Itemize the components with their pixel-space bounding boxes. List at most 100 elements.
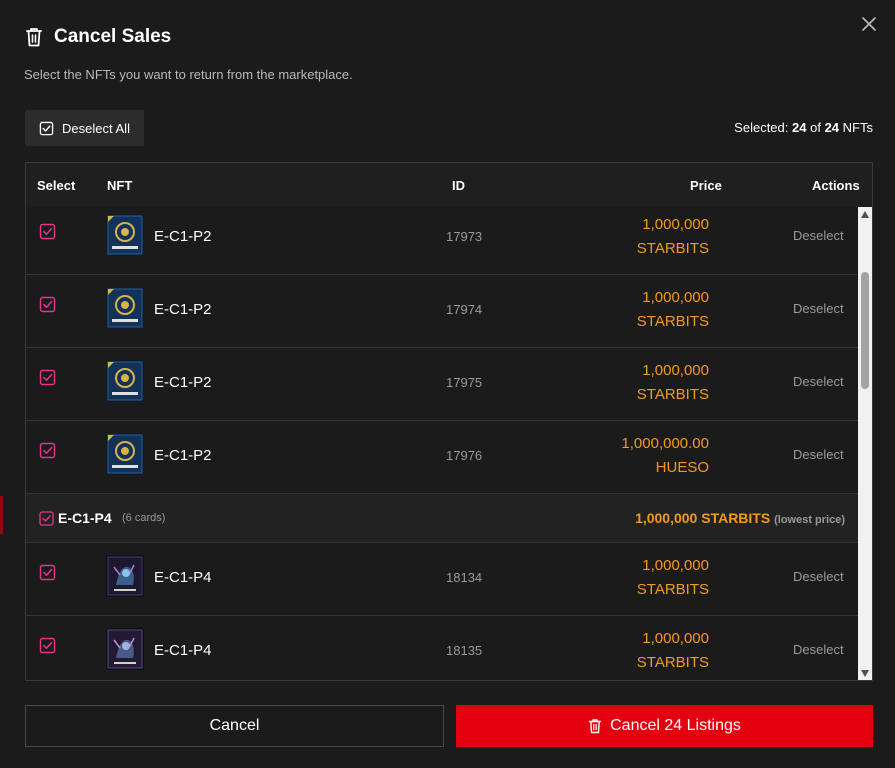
cancel-listings-button[interactable]: Cancel 24 Listings [456,705,873,747]
header-price: Price [690,178,722,193]
table-scrollbar[interactable] [858,207,872,680]
side-accent [0,496,3,534]
of-label: of [810,120,821,135]
table-row: E-C1-P4 18135 1,000,000 STARBITS Deselec… [26,616,858,680]
nft-price: 1,000,000.00 HUESO [621,432,709,480]
deselect-link[interactable]: Deselect [793,374,844,389]
header-select: Select [37,178,76,193]
nft-name: E-C1-P4 [154,642,212,659]
deselect-link[interactable]: Deselect [793,569,844,584]
checkbox-checked-icon [39,564,56,581]
nft-id: 17975 [446,375,483,390]
cancel-listings-label: Cancel 24 Listings [610,717,741,734]
close-icon [862,17,876,31]
checkbox-checked-icon [39,442,56,459]
nft-thumbnail [106,360,144,402]
group-checkbox[interactable] [39,511,54,526]
modal-header: Cancel Sales [24,24,171,50]
nft-name: E-C1-P2 [154,374,212,391]
price-currency: STARBITS [636,240,709,257]
nft-thumbnail [106,433,144,475]
group-price-note: (lowest price) [774,514,845,526]
cancel-sales-modal: Cancel Sales Select the NFTs you want to… [0,0,895,768]
selected-prefix: Selected: [734,120,789,135]
nft-name: E-C1-P4 [154,569,212,586]
nft-price: 1,000,000 STARBITS [637,286,709,334]
price-currency: STARBITS [636,654,709,671]
table-row: E-C1-P4 18134 1,000,000 STARBITS Deselec… [26,543,858,616]
price-currency: STARBITS [636,313,709,330]
selected-number: 24 [792,120,807,135]
nft-id: 18135 [446,643,483,658]
cancel-button[interactable]: Cancel [25,705,444,747]
trash-icon [24,26,44,48]
deselect-all-label: Deselect All [62,120,130,136]
price-currency: HUESO [655,459,709,476]
modal-title: Cancel Sales [54,26,172,47]
total-number: 24 [824,120,840,135]
scroll-up-icon[interactable] [861,211,869,218]
price-amount: 1,000,000 [642,216,709,233]
nft-price: 1,000,000 STARBITS [637,359,709,407]
nft-name: E-C1-P2 [154,301,212,318]
nft-thumbnail [106,628,144,670]
group-card-count: (6 cards) [122,512,166,524]
deselect-all-button[interactable]: Deselect All [25,110,144,146]
row-checkbox[interactable] [39,296,56,313]
checkbox-checked-icon [39,511,54,526]
price-currency: STARBITS [636,581,709,598]
selected-count: Selected: 24 of 24 NFTs [734,120,873,135]
nft-id: 17974 [446,302,483,317]
unit-label: NFTs [842,120,873,135]
row-checkbox[interactable] [39,442,56,459]
table-body[interactable]: E-C1-P2 17973 1,000,000 STARBITS Deselec… [26,207,858,680]
row-checkbox[interactable] [39,223,56,240]
nft-name: E-C1-P2 [154,228,212,245]
price-amount: 1,000,000 [642,557,709,574]
nft-price: 1,000,000 STARBITS [637,213,709,261]
listings-table: Select NFT ID Price Actions E-C1-P2 1797… [25,162,873,681]
close-button[interactable] [859,14,879,34]
checkbox-checked-icon [39,223,56,240]
group-name: E-C1-P4 [58,510,112,526]
scroll-down-icon[interactable] [861,670,869,677]
scroll-thumb[interactable] [861,272,869,389]
group-price: 1,000,000 STARBITS (lowest price) [635,510,845,526]
row-checkbox[interactable] [39,369,56,386]
table-row: E-C1-P2 17975 1,000,000 STARBITS Deselec… [26,348,858,421]
deselect-link[interactable]: Deselect [793,301,844,316]
price-amount: 1,000,000 [642,289,709,306]
nft-id: 17976 [446,448,483,463]
deselect-link[interactable]: Deselect [793,447,844,462]
nft-price: 1,000,000 STARBITS [637,554,709,602]
table-row: E-C1-P2 17973 1,000,000 STARBITS Deselec… [26,207,858,275]
deselect-link[interactable]: Deselect [793,642,844,657]
checkbox-checked-icon [39,637,56,654]
group-header-row: E-C1-P4 (6 cards) 1,000,000 STARBITS (lo… [26,494,858,543]
price-amount: 1,000,000.00 [621,435,709,452]
trash-icon [588,719,602,734]
header-nft: NFT [107,178,133,193]
price-amount: 1,000,000 [642,362,709,379]
price-currency: STARBITS [636,386,709,403]
row-checkbox[interactable] [39,564,56,581]
nft-thumbnail [106,555,144,597]
row-checkbox[interactable] [39,637,56,654]
table-row: E-C1-P2 17976 1,000,000.00 HUESO Deselec… [26,421,858,494]
nft-thumbnail [106,214,144,256]
nft-id: 17973 [446,229,483,244]
price-amount: 1,000,000 [642,630,709,647]
nft-id: 18134 [446,570,483,585]
header-id: ID [452,178,465,193]
checkbox-checked-icon [39,121,54,135]
nft-thumbnail [106,287,144,329]
modal-subtitle: Select the NFTs you want to return from … [24,67,353,82]
checkbox-checked-icon [39,296,56,313]
table-row: E-C1-P2 17974 1,000,000 STARBITS Deselec… [26,275,858,348]
deselect-link[interactable]: Deselect [793,228,844,243]
group-price-value: 1,000,000 STARBITS [635,510,771,526]
table-header: Select NFT ID Price Actions [26,163,872,207]
header-actions: Actions [812,178,860,193]
nft-name: E-C1-P2 [154,447,212,464]
checkbox-checked-icon [39,369,56,386]
